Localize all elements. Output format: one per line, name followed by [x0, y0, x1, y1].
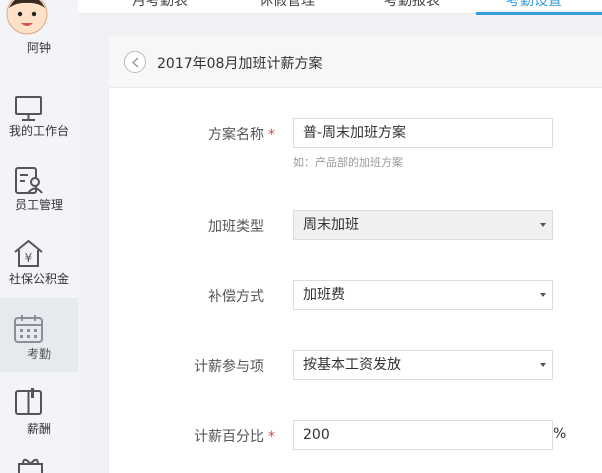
- chevron-down-icon: [540, 223, 546, 227]
- sidebar-item-label: 我的工作台: [8, 124, 69, 138]
- sidebar-item-employees[interactable]: 员工管理: [0, 152, 78, 220]
- compensation-select[interactable]: 加班费: [293, 280, 553, 310]
- pay-base-value: 按基本工资发放: [303, 357, 401, 373]
- gift-icon[interactable]: [14, 458, 47, 473]
- page-title: 2017年08月加班计薪方案: [157, 56, 323, 72]
- chevron-down-icon: [540, 363, 546, 367]
- compensation-value: 加班费: [303, 287, 345, 303]
- sidebar-item-attendance[interactable]: 考勤: [0, 298, 78, 372]
- percent-unit: %: [553, 426, 567, 442]
- tab-monthly-attendance[interactable]: 月考勤表: [132, 0, 188, 10]
- sidebar-item-payroll[interactable]: 薪酬: [0, 378, 78, 448]
- sidebar-item-label: 考勤: [26, 347, 51, 361]
- plan-panel: 2017年08月加班计薪方案 方案名称 * 普-周末加班方案 如：产品部的加班方案…: [109, 36, 602, 473]
- house-yen-icon: ¥: [14, 239, 43, 267]
- tab-leave-management[interactable]: 休假管理: [259, 0, 315, 10]
- sidebar-item-social-insurance[interactable]: ¥ 社保公积金: [0, 225, 78, 293]
- plan-name-label: 方案名称 *: [208, 127, 275, 143]
- overtime-type-select[interactable]: 周末加班: [293, 210, 553, 240]
- chevron-left-icon: [131, 57, 139, 68]
- active-tab-indicator: [476, 12, 602, 15]
- sidebar-item-label: 员工管理: [14, 198, 63, 212]
- pay-base-select[interactable]: 按基本工资发放: [293, 350, 553, 380]
- monitor-icon: [15, 96, 42, 121]
- back-button[interactable]: [124, 51, 146, 73]
- svg-text:¥: ¥: [25, 251, 33, 265]
- pay-percent-label: 计薪百分比 *: [194, 429, 275, 445]
- compensation-label: 补偿方式: [208, 289, 264, 305]
- plan-name-input[interactable]: 普-周末加班方案: [293, 118, 553, 148]
- plan-name-hint: 如：产品部的加班方案: [293, 156, 403, 169]
- overtime-type-value: 周末加班: [303, 217, 359, 233]
- tab-attendance-settings[interactable]: 考勤设置: [506, 0, 562, 10]
- tab-attendance-report[interactable]: 考勤报表: [384, 0, 440, 10]
- calendar-icon: [14, 315, 43, 343]
- required-mark: *: [268, 429, 275, 445]
- required-mark: *: [268, 127, 275, 143]
- pay-base-label: 计薪参与项: [194, 359, 264, 375]
- sidebar: 阿钟 我的工作台 员工管理 ¥ 社保公积金 考勤 薪酬: [0, 0, 78, 473]
- sidebar-item-label: 薪酬: [26, 422, 51, 436]
- employee-card-icon: [15, 167, 43, 194]
- panel-header: 2017年08月加班计薪方案: [109, 36, 602, 88]
- sidebar-item-workbench[interactable]: 我的工作台: [0, 79, 78, 147]
- chevron-down-icon: [540, 293, 546, 297]
- user-name: 阿钟: [0, 39, 78, 59]
- sidebar-item-label: 社保公积金: [8, 272, 69, 286]
- user-name-label: 阿钟: [26, 41, 51, 55]
- overtime-type-label: 加班类型: [208, 219, 264, 235]
- payroll-book-icon: [15, 388, 42, 415]
- pay-percent-input[interactable]: 200: [293, 420, 553, 450]
- avatar[interactable]: [4, 0, 50, 36]
